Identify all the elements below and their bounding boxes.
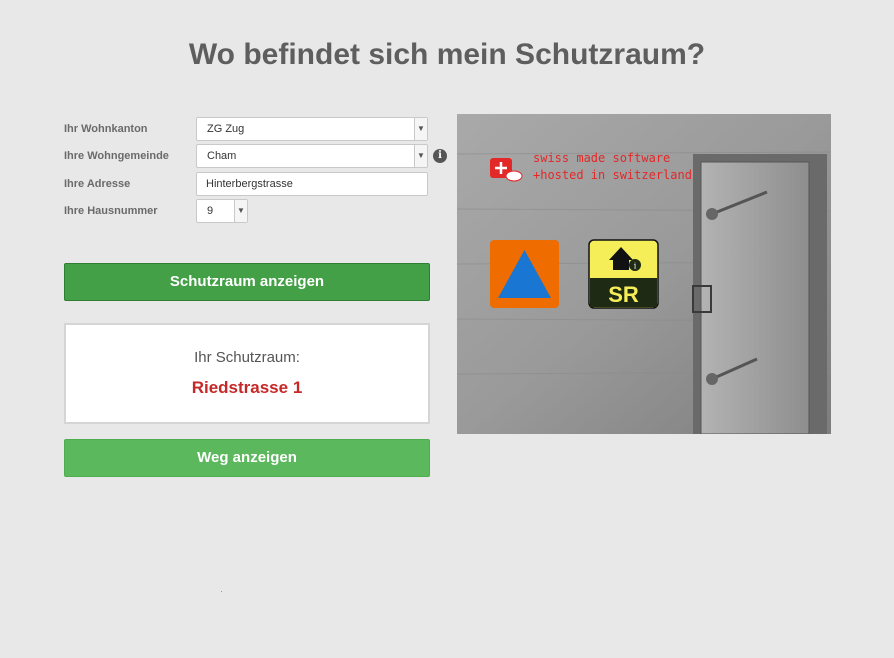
show-shelter-button[interactable]: Schutzraum anzeigen <box>64 263 430 301</box>
address-row: Ihre Adresse Hinterbergstrasse <box>64 172 454 198</box>
page-title: Wo befindet sich mein Schutzraum? <box>188 38 706 71</box>
address-value: Hinterbergstrasse <box>206 178 293 190</box>
canton-value: ZG Zug <box>207 123 245 135</box>
badge-line-1: swiss made software <box>533 151 670 165</box>
municipality-value: Cham <box>207 150 237 162</box>
bunker-illustration: swiss made software +hosted in switzerla… <box>457 114 831 434</box>
show-route-button[interactable]: Weg anzeigen <box>64 439 430 477</box>
shelter-result-box: Ihr Schutzraum: Riedstrasse 1 <box>64 323 430 424</box>
municipality-select[interactable]: Cham ▼ <box>196 144 428 168</box>
housenumber-value: 9 <box>207 205 214 217</box>
housenumber-label: Ihre Hausnummer <box>64 205 158 217</box>
canton-select[interactable]: ZG Zug ▼ <box>196 117 428 141</box>
municipality-row: Ihre Wohngemeinde Cham ▼ i <box>64 144 454 170</box>
footer-dot <box>221 591 222 592</box>
housenumber-row: Ihre Hausnummer 9 ▼ <box>64 199 454 225</box>
chevron-down-icon[interactable]: ▼ <box>414 145 427 167</box>
housenumber-select[interactable]: 9 ▼ <box>196 199 248 223</box>
badge-line-2: +hosted in switzerland <box>533 168 692 182</box>
info-icon[interactable]: i <box>433 149 447 163</box>
bunker-door-image: swiss made software +hosted in switzerla… <box>457 114 831 434</box>
municipality-label: Ihre Wohngemeinde <box>64 150 169 162</box>
canton-label: Ihr Wohnkanton <box>64 123 148 135</box>
address-input[interactable]: Hinterbergstrasse <box>196 172 428 196</box>
shelter-address: Riedstrasse 1 <box>191 378 303 397</box>
svg-text:i: i <box>634 262 637 271</box>
shelter-result-label: Ihr Schutzraum: <box>194 349 300 366</box>
chevron-down-icon[interactable]: ▼ <box>234 200 247 222</box>
chevron-down-icon[interactable]: ▼ <box>414 118 427 140</box>
canton-row: Ihr Wohnkanton ZG Zug ▼ <box>64 117 454 143</box>
sr-text: SR <box>608 282 639 307</box>
address-label: Ihre Adresse <box>64 178 131 190</box>
